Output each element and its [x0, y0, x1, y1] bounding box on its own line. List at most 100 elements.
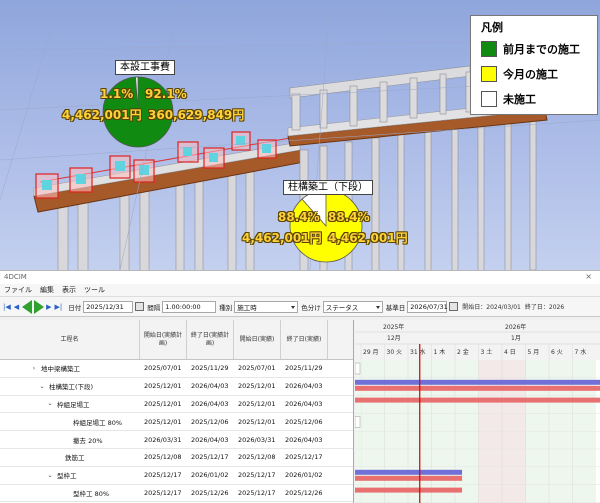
window-title: 4DCIM	[4, 273, 27, 281]
table-row[interactable]: 撤去 20% 2026/03/31 2026/04/03 2026/03/31 2026…	[0, 431, 353, 449]
step-forward-icon[interactable]: ▶	[46, 303, 51, 311]
expand-toggle-icon[interactable]: ⌄	[46, 472, 54, 479]
pie-title-total: 本設工事費	[115, 60, 175, 75]
calendar-icon-base[interactable]	[449, 302, 459, 311]
gantt-day-label: 4 日	[504, 349, 516, 356]
table-row[interactable]: › 地中梁構築工 2025/07/01 2025/11/29 2025/07/01 202…	[0, 360, 353, 378]
legend-swatch-current	[481, 66, 497, 82]
date-cell-s-act: 2025/07/01	[238, 364, 276, 373]
gantt-scroll-marker[interactable]	[355, 362, 361, 375]
table-row[interactable]: ⌄ 枠組足場工 2025/12/01 2026/04/03 2025/12/01 2026…	[0, 396, 353, 414]
date-cell-e-plan: 2025/11/29	[191, 364, 229, 373]
close-icon[interactable]: ×	[585, 272, 592, 281]
gantt-month-right: 1月	[511, 335, 521, 342]
date-cell-s-plan: 2025/12/01	[144, 399, 182, 408]
table-row[interactable]: 鉄筋工 2025/12/08 2025/12/17 2025/12/08 2025/12…	[0, 449, 353, 467]
task-name: 型枠工	[57, 472, 77, 481]
interval-input[interactable]: 1.00:00:00	[162, 300, 217, 313]
gantt-day-label: 31 水	[410, 348, 426, 356]
pie-amount-main-column: 4,462,001円	[328, 231, 408, 245]
date-cell-s-act: 2025/12/01	[238, 417, 276, 426]
toolbar: |◀ ◀ ▶ ▶| 日付 2025/12/31 間隔 1.00:00:00 種別…	[0, 297, 600, 317]
legend-swatch-previous	[481, 41, 497, 57]
pie-pct-main-column: 88.4%	[328, 210, 370, 224]
date-cell-s-plan: 2026/03/31	[144, 435, 182, 444]
pie-pct-main-total: 92.1%	[145, 87, 187, 101]
date-input[interactable]: 2025/12/31	[83, 300, 134, 313]
date-cell-s-act: 2025/12/01	[238, 399, 276, 408]
gantt-day-label: 5 月	[528, 349, 540, 356]
gantt-scroll-marker[interactable]	[355, 416, 361, 428]
expand-toggle-icon[interactable]: ⌄	[46, 400, 54, 407]
gantt-bar-summary[interactable]	[355, 379, 600, 385]
skip-end-icon[interactable]: ▶|	[55, 303, 63, 311]
task-name: 鉄筋工	[65, 454, 85, 463]
schedule-window: 4DCIM × ファイル 編集 表示 ツール |◀ ◀ ▶ ▶| 日付 2025…	[0, 270, 600, 503]
3d-viewport[interactable]: 本設工事費 1.1% 92.1% 4,462,001円 360,629,849円…	[0, 0, 600, 270]
date-cell-s-act: 2025/12/17	[238, 488, 276, 497]
base-date-input[interactable]: 2026/07/31	[407, 300, 448, 313]
date-cell-e-act: 2025/11/29	[285, 364, 323, 373]
skip-start-icon[interactable]: |◀	[3, 303, 11, 311]
end-date-info: 終了日：2026	[524, 304, 565, 311]
date-cell-e-plan: 2025/12/06	[191, 417, 229, 426]
gantt-day-label: 30 火	[387, 349, 403, 356]
type-select[interactable]: 施工時	[234, 300, 299, 313]
gantt-day-label: 29 月	[363, 349, 379, 356]
play-forward-icon[interactable]	[34, 299, 45, 314]
table-row[interactable]: 枠組足場工 80% 2025/12/01 2025/12/06 2025/12/01 2…	[0, 413, 353, 432]
expand-toggle-icon[interactable]: ›	[30, 365, 38, 372]
header-end-plan[interactable]: 終了日(実績計画)	[187, 320, 234, 359]
play-backward-icon[interactable]	[22, 299, 33, 314]
header-start-plan[interactable]: 開始日(実績計画)	[140, 320, 187, 359]
date-cell-s-act: 2025/12/08	[238, 453, 276, 462]
table-row[interactable]: ⌄ 型枠工 2025/12/17 2026/01/02 2025/12/17 2026/0…	[0, 467, 353, 485]
date-label: 日付	[68, 303, 82, 312]
gantt-day-label: 6 火	[551, 349, 563, 356]
gantt-bar-actual[interactable]	[355, 475, 463, 481]
grid-header: 工程名 開始日(実績計画) 終了日(実績計画) 開始日(実績) 終了日(実績)	[0, 320, 353, 360]
date-cell-e-act: 2026/01/02	[285, 471, 323, 480]
calendar-icon[interactable]	[135, 302, 145, 311]
date-cell-s-plan: 2025/12/01	[144, 417, 182, 426]
date-cell-e-act: 2025/12/26	[285, 488, 323, 497]
header-end-actual[interactable]: 終了日(実績)	[281, 320, 328, 359]
date-cell-s-plan: 2025/12/08	[144, 453, 182, 462]
header-start-actual[interactable]: 開始日(実績)	[234, 320, 281, 359]
date-cell-e-plan: 2026/04/03	[191, 399, 229, 408]
menu-view[interactable]: 表示	[62, 285, 76, 295]
task-name: 枠組足場工	[57, 400, 90, 409]
header-task-name[interactable]: 工程名	[0, 320, 140, 359]
step-back-icon[interactable]: ◀	[14, 303, 19, 311]
gantt-bar[interactable]	[355, 469, 463, 475]
task-name: 柱構築工(下段)	[49, 383, 94, 392]
table-row[interactable]: ⌄ 柱構築工(下段) 2025/12/01 2026/04/03 2025/12/01 2…	[0, 378, 353, 396]
task-name-cell: ⌄ 柱構築工(下段)	[0, 381, 140, 392]
task-name-cell: 枠組足場工 80%	[0, 417, 140, 427]
gantt-bar[interactable]	[355, 487, 463, 493]
legend-item-none: 未施工	[481, 90, 536, 108]
task-name-cell: ⌄ 枠組足場工	[0, 399, 140, 409]
date-cell-s-plan: 2025/07/01	[144, 364, 182, 373]
interval-label: 間隔	[147, 303, 161, 312]
date-cell-e-act: 2025/12/06	[285, 417, 323, 426]
pie-amount-white-total: 4,462,001円	[62, 108, 142, 122]
grid-body: › 地中梁構築工 2025/07/01 2025/11/29 2025/07/01 202…	[0, 360, 353, 503]
gantt-canvas: 2025年 2026年 12月 1月 29 月 30 火 31 水 1 木 2 金 3 土 4 日 5…	[355, 320, 600, 503]
gantt-bar-scaffold[interactable]	[355, 397, 600, 403]
date-cell-e-act: 2026/04/03	[285, 382, 323, 391]
pie-amount-white-column: 4,462,001円	[242, 231, 322, 245]
gantt-month-left: 12月	[387, 335, 401, 342]
menu-file[interactable]: ファイル	[4, 285, 32, 295]
menu-tools[interactable]: ツール	[84, 285, 105, 295]
gantt-bar-summary-actual[interactable]	[355, 385, 600, 391]
color-select[interactable]: ステータス	[322, 300, 383, 313]
date-cell-e-act: 2025/12/17	[285, 453, 323, 462]
task-name: 型枠工 80%	[73, 489, 110, 498]
task-name: 撤去 20%	[73, 436, 103, 445]
table-row[interactable]: 型枠工 80% 2025/12/17 2025/12/26 2025/12/17 202…	[0, 485, 353, 503]
expand-toggle-icon[interactable]: ⌄	[38, 383, 46, 390]
gantt-chart[interactable]: 2025年 2026年 12月 1月 29 月 30 火 31 水 1 木 2 金 3 土 4 日 5…	[355, 320, 600, 503]
menu-edit[interactable]: 編集	[40, 285, 54, 295]
date-cell-e-plan: 2026/01/02	[191, 471, 229, 480]
